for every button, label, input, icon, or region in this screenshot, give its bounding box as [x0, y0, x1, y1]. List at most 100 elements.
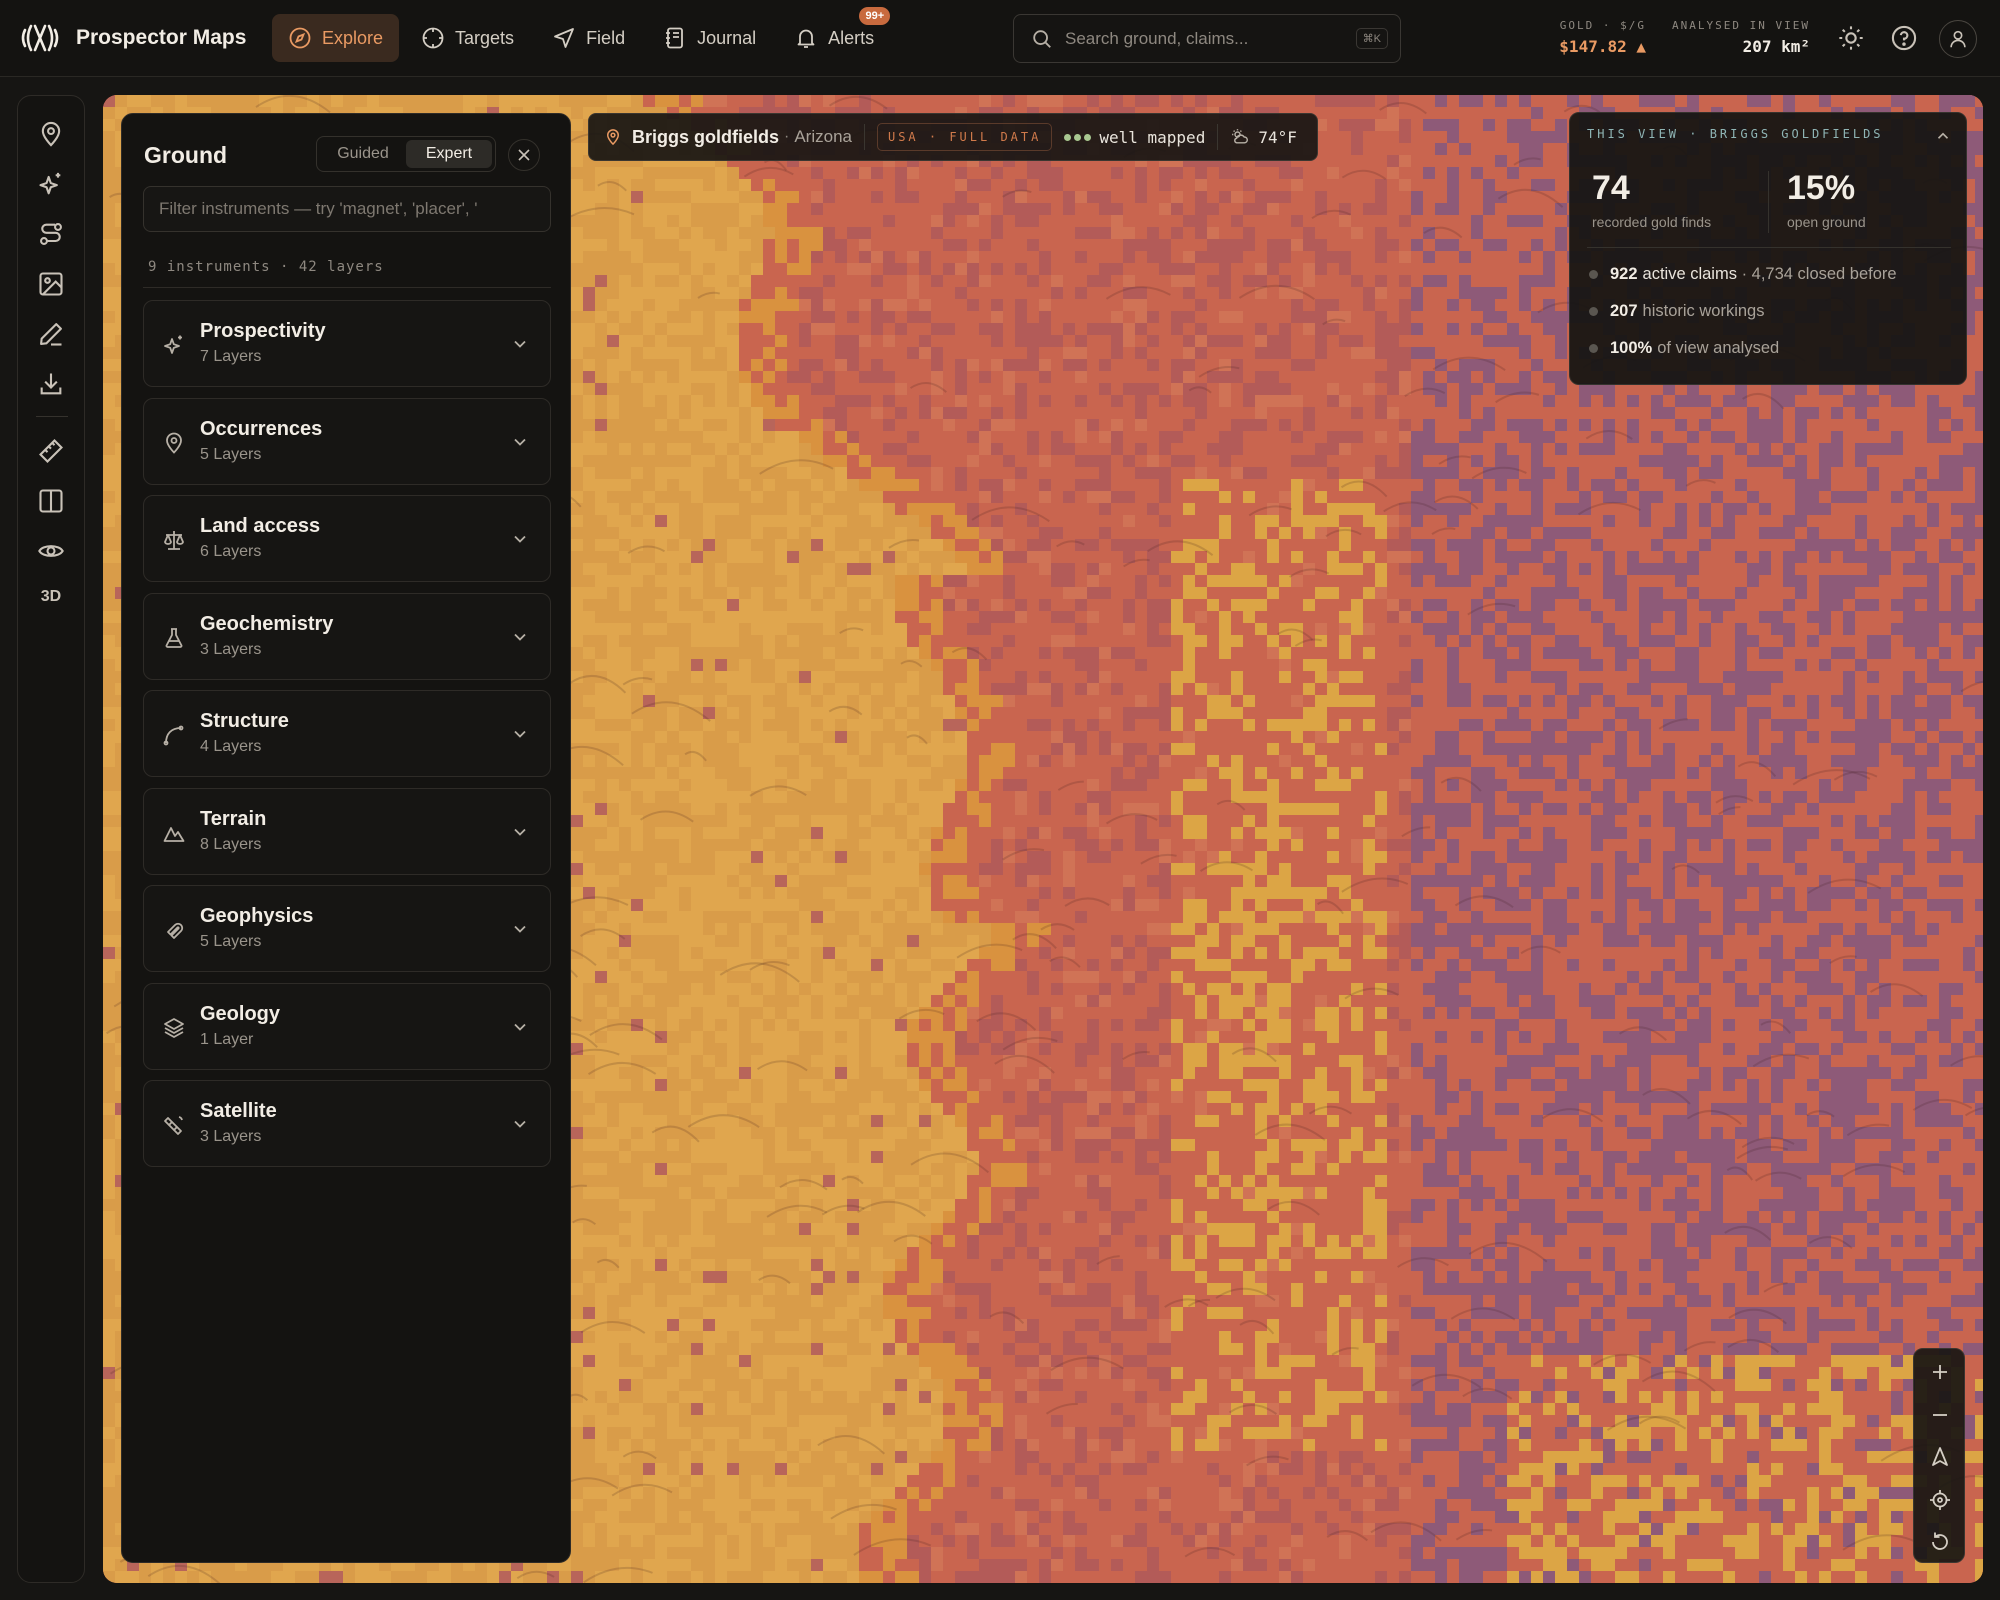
search-box[interactable]: ⌘K: [1013, 14, 1401, 63]
raster-cell: [1867, 467, 1879, 479]
pin-icon[interactable]: [37, 120, 65, 148]
raster-cell: [1543, 275, 1555, 287]
raster-cell: [607, 299, 619, 311]
raster-cell: [607, 599, 619, 611]
raster-cell: [655, 599, 667, 611]
sparkle-icon[interactable]: [37, 170, 65, 198]
raster-cell: [1147, 227, 1159, 239]
raster-cell: [847, 167, 859, 179]
raster-cell: [1399, 155, 1411, 167]
raster-cell: [1831, 491, 1843, 503]
raster-cell: [1435, 203, 1447, 215]
download-icon[interactable]: [37, 370, 65, 398]
raster-cell: [1363, 95, 1375, 107]
pencil-icon[interactable]: [37, 320, 65, 348]
raster-cell: [655, 299, 667, 311]
search-input[interactable]: [1065, 28, 1356, 49]
raster-cell: [1243, 395, 1255, 407]
raster-cell: [595, 539, 607, 551]
avatar[interactable]: [1939, 20, 1977, 58]
raster-cell: [991, 647, 1003, 659]
raster-cell: [763, 203, 775, 215]
ruler-icon[interactable]: [37, 437, 65, 465]
raster-cell: [1483, 371, 1495, 383]
route-icon[interactable]: [37, 220, 65, 248]
raster-cell: [1267, 635, 1279, 647]
raster-cell: [487, 95, 499, 107]
raster-cell: [1819, 587, 1831, 599]
nav-targets[interactable]: Targets: [405, 14, 530, 62]
analysed-area-value: 207 km²: [1742, 37, 1810, 56]
nav-explore[interactable]: Explore: [272, 14, 400, 62]
raster-cell: [895, 611, 907, 623]
eye-icon[interactable]: [37, 537, 65, 565]
raster-cell: [1975, 491, 1983, 503]
raster-cell: [1087, 455, 1099, 467]
raster-cell: [607, 431, 619, 443]
raster-cell: [595, 167, 607, 179]
raster-cell: [1891, 443, 1903, 455]
raster-cell: [775, 587, 787, 599]
nav-alerts[interactable]: Alerts 99+: [778, 7, 891, 62]
raster-cell: [967, 527, 979, 539]
raster-cell: [1699, 419, 1711, 431]
raster-cell: [1555, 563, 1567, 575]
raster-cell: [739, 383, 751, 395]
raster-cell: [751, 611, 763, 623]
raster-cell: [1735, 659, 1747, 671]
raster-cell: [691, 311, 703, 323]
raster-cell: [679, 539, 691, 551]
raster-cell: [571, 623, 583, 635]
raster-cell: [583, 179, 595, 191]
raster-cell: [1759, 503, 1771, 515]
theme-toggle-icon[interactable]: [1837, 24, 1865, 52]
raster-cell: [583, 239, 595, 251]
nav-field[interactable]: Field: [536, 14, 641, 62]
raster-cell: [667, 311, 679, 323]
raster-cell: [595, 503, 607, 515]
raster-cell: [1075, 191, 1087, 203]
raster-cell: [1255, 419, 1267, 431]
raster-cell: [691, 587, 703, 599]
raster-cell: [727, 623, 739, 635]
raster-cell: [655, 551, 667, 563]
help-icon[interactable]: [1890, 24, 1918, 52]
raster-cell: [1507, 611, 1519, 623]
raster-cell: [1543, 539, 1555, 551]
raster-cell: [703, 479, 715, 491]
brand[interactable]: Prospector Maps: [20, 18, 246, 58]
raster-cell: [955, 659, 967, 671]
raster-cell: [835, 563, 847, 575]
split-view-icon[interactable]: [37, 487, 65, 515]
nav-journal[interactable]: Journal: [647, 14, 772, 62]
raster-cell: [811, 203, 823, 215]
raster-cell: [775, 467, 787, 479]
raster-cell: [775, 287, 787, 299]
raster-cell: [871, 527, 883, 539]
raster-cell: [1531, 443, 1543, 455]
raster-cell: [871, 647, 883, 659]
raster-cell: [1459, 251, 1471, 263]
raster-cell: [1495, 239, 1507, 251]
raster-cell: [1927, 635, 1939, 647]
raster-cell: [991, 491, 1003, 503]
raster-cell: [703, 647, 715, 659]
raster-cell: [475, 95, 487, 107]
raster-cell: [715, 215, 727, 227]
raster-cell: [1975, 107, 1983, 119]
raster-cell: [583, 635, 595, 647]
raster-cell: [979, 239, 991, 251]
raster-cell: [679, 575, 691, 587]
3d-toggle[interactable]: 3D: [18, 588, 84, 606]
raster-cell: [1795, 515, 1807, 527]
image-icon[interactable]: [37, 270, 65, 298]
raster-cell: [955, 551, 967, 563]
raster-cell: [1663, 635, 1675, 647]
raster-cell: [619, 407, 631, 419]
raster-cell: [667, 479, 679, 491]
raster-cell: [631, 191, 643, 203]
raster-cell: [331, 95, 343, 107]
raster-cell: [1459, 359, 1471, 371]
raster-cell: [763, 323, 775, 335]
raster-cell: [631, 527, 643, 539]
